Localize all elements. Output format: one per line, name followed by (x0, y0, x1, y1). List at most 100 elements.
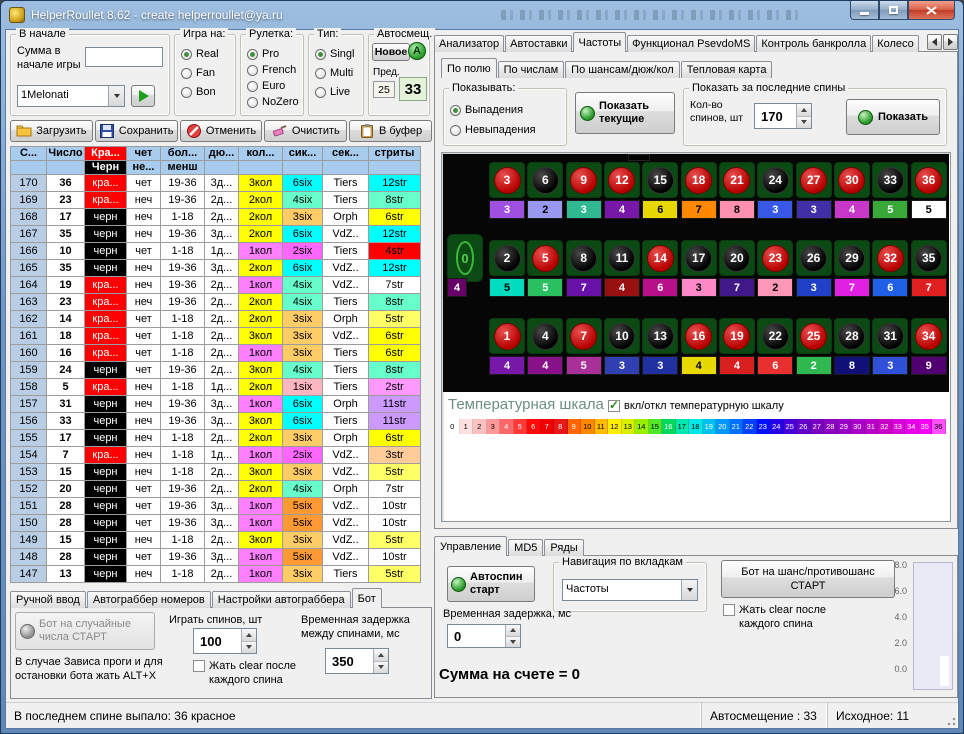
stepper-up-icon[interactable] (797, 104, 811, 117)
checkbox-icon[interactable] (193, 660, 205, 672)
load-button[interactable]: Загрузить (10, 120, 93, 142)
new-offset-button[interactable]: Новое (372, 43, 410, 61)
tab-scroll-left-button[interactable] (927, 34, 942, 50)
last-spins-value[interactable]: 170 (755, 104, 796, 128)
wheel-radio-Pro[interactable]: Pro (247, 47, 301, 61)
maximize-button[interactable] (879, 1, 908, 20)
close-icon (926, 6, 937, 15)
titlebar[interactable]: HelperRoullet 8.62 - create helperroulle… (1, 1, 963, 29)
main-tab-Контроль банкролла[interactable]: Контроль банкролла (756, 35, 871, 52)
spins-count-stepper[interactable]: 100 (193, 628, 257, 654)
stepper-up-icon[interactable] (242, 629, 256, 642)
type-radio-Singl[interactable]: Singl (315, 47, 361, 61)
board-cell-11: 11 (604, 240, 640, 276)
chevron-down-icon[interactable] (681, 580, 697, 600)
minimize-button[interactable] (850, 1, 879, 20)
clear-button[interactable]: Очистить (264, 120, 347, 142)
table-cell: неч (127, 532, 161, 549)
game-radio-Bon[interactable]: Bon (181, 85, 233, 99)
checkbox-icon[interactable] (723, 604, 735, 616)
autospin-start-button[interactable]: Автоспин старт (447, 566, 535, 602)
board-number: 16 (685, 323, 712, 350)
left-tab-Бот[interactable]: Бот (352, 588, 382, 608)
board-number: 12 (608, 167, 635, 194)
table-cell: 5str (369, 532, 421, 549)
close-button[interactable] (908, 1, 955, 20)
control-delay-stepper[interactable]: 0 (447, 624, 521, 648)
type-radio-Multi[interactable]: Multi (315, 66, 361, 80)
main-tab-Анализатор[interactable]: Анализатор (434, 35, 504, 52)
main-tab-Колесо[interactable]: Колесо (872, 35, 919, 52)
table-cell: 3д... (205, 175, 239, 192)
table-cell: 1кол (239, 447, 283, 464)
stepper-down-icon[interactable] (506, 637, 520, 648)
left-tab-Автограббер номеров[interactable]: Автограббер номеров (87, 591, 211, 608)
table-cell: 1-18 (161, 209, 205, 226)
wheel-radio-French[interactable]: French (247, 63, 301, 77)
table-cell: неч (127, 447, 161, 464)
table-cell: 10 (47, 243, 85, 260)
board-count: 7 (834, 278, 870, 297)
profile-combobox[interactable]: 1Melonati (17, 85, 125, 107)
type-radio-Live[interactable]: Live (315, 85, 361, 99)
chevron-down-icon[interactable] (108, 86, 124, 106)
stepper-down-icon[interactable] (242, 642, 256, 654)
spin-delay-stepper[interactable]: 350 (325, 648, 389, 674)
bot-clear-checkbox[interactable]: Жать clear после каждого спина (193, 660, 315, 688)
control-clear-checkbox[interactable]: Жать clear после каждого спина (723, 604, 865, 632)
table-cell: 2кол (239, 192, 283, 209)
game-radio-Real[interactable]: Real (181, 47, 233, 61)
game-radio-Fan[interactable]: Fan (181, 66, 233, 80)
table-cell: 2д... (205, 192, 239, 209)
control-delay-value[interactable]: 0 (448, 625, 505, 647)
undo-button[interactable]: Отменить (180, 120, 263, 142)
spins-count-value[interactable]: 100 (194, 629, 241, 653)
show-button[interactable]: Показать (846, 99, 940, 135)
resize-grip[interactable] (944, 714, 957, 727)
temperature-scale-checkbox[interactable]: вкл/откл температурную шкалу (608, 400, 828, 414)
table-cell: 1-18 (161, 345, 205, 362)
freq-tab-Тепловая карта[interactable]: Тепловая карта (681, 61, 773, 78)
auto-badge[interactable]: A (408, 42, 426, 60)
main-tab-Автоставки[interactable]: Автоставки (505, 35, 572, 52)
wheel-radio-Euro[interactable]: Euro (247, 79, 301, 93)
copy-buffer-button[interactable]: В буфер (349, 120, 432, 142)
stepper-down-icon[interactable] (374, 662, 388, 674)
start-sum-input[interactable] (85, 47, 163, 67)
play-button[interactable] (131, 85, 155, 107)
board-cell-2: 2 (489, 240, 525, 276)
left-tab-Ручной ввод[interactable]: Ручной ввод (10, 591, 86, 608)
table-cell: чет (127, 311, 161, 328)
board-cell-1: 1 (489, 318, 525, 354)
stepper-up-icon[interactable] (506, 625, 520, 637)
random-bot-start-button[interactable]: Бот на случайные числа СТАРТ (15, 612, 155, 650)
last-spins-stepper[interactable]: 170 (754, 103, 812, 129)
show-radio-Выпадения[interactable]: Выпадения (450, 103, 564, 117)
save-button[interactable]: Сохранить (95, 120, 178, 142)
freq-tab-По числам[interactable]: По числам (498, 61, 565, 78)
freq-tab-По полю[interactable]: По полю (441, 58, 497, 78)
navigation-combobox[interactable]: Частоты (562, 579, 698, 601)
temp-scale-cell: 32 (878, 419, 892, 434)
freq-tab-По шансам/дюж/кол[interactable]: По шансам/дюж/кол (565, 61, 680, 78)
board-number: 32 (877, 245, 904, 272)
spin-delay-value[interactable]: 350 (326, 649, 373, 673)
main-tab-Функционал PsevdoMS[interactable]: Функционал PsevdoMS (627, 35, 755, 52)
table-cell: 1-18 (161, 311, 205, 328)
table-cell: 19-36 (161, 549, 205, 566)
wheel-radio-NoZero[interactable]: NoZero (247, 95, 301, 109)
ctrl-tab-MD5[interactable]: MD5 (508, 539, 543, 556)
show-current-button[interactable]: Показать текущие (575, 92, 675, 134)
left-tab-Настройки автограббера[interactable]: Настройки автограббера (212, 591, 351, 608)
show-radio-Невыпадения[interactable]: Невыпадения (450, 123, 564, 137)
ctrl-tab-Управление[interactable]: Управление (434, 536, 507, 556)
stepper-up-icon[interactable] (374, 649, 388, 662)
main-tab-Частоты[interactable]: Частоты (573, 32, 626, 52)
ctrl-tab-Ряды[interactable]: Ряды (544, 539, 583, 556)
table-cell: 12str (369, 260, 421, 277)
tab-scroll-right-button[interactable] (943, 34, 958, 50)
checkbox-icon[interactable] (608, 400, 620, 412)
stepper-down-icon[interactable] (797, 117, 811, 129)
chance-bot-start-button[interactable]: Бот на шанс/противошанс СТАРТ (721, 560, 895, 598)
prev-offset-value: 25 (373, 81, 395, 98)
